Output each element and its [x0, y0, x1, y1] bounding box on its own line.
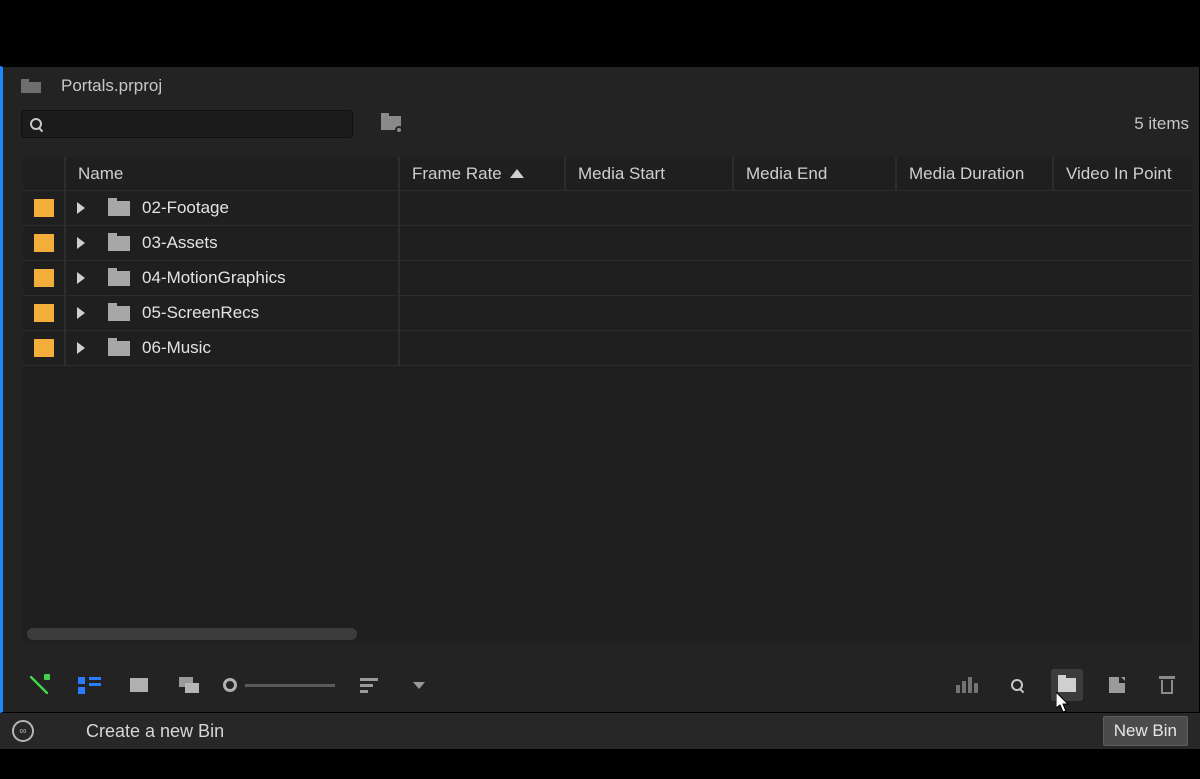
- bin-rows: 02-Footage 03-Assets: [23, 191, 1193, 366]
- icon-view-button[interactable]: [123, 669, 155, 701]
- slider-track: [245, 684, 335, 687]
- creative-cloud-icon[interactable]: ∞: [12, 720, 34, 742]
- column-headers: Name Frame Rate Media Start Media End Me…: [23, 157, 1193, 191]
- bin-row[interactable]: 05-ScreenRecs: [23, 296, 1193, 331]
- project-list: Name Frame Rate Media Start Media End Me…: [23, 157, 1193, 644]
- column-video-in-point[interactable]: Video In Point: [1054, 157, 1193, 190]
- bin-icon: [108, 236, 130, 251]
- bin-icon: [108, 201, 130, 216]
- project-name: Portals.prproj: [61, 76, 162, 96]
- bin-row[interactable]: 04-MotionGraphics: [23, 261, 1193, 296]
- horizontal-scrollbar[interactable]: [27, 628, 1189, 640]
- scrollbar-thumb[interactable]: [27, 628, 357, 640]
- column-media-end[interactable]: Media End: [734, 157, 897, 190]
- column-frame-rate[interactable]: Frame Rate: [400, 157, 566, 190]
- sort-button[interactable]: [353, 669, 385, 701]
- app-root: Portals.prproj 5 items Name Frame R: [0, 0, 1200, 779]
- chevron-right-icon: [77, 307, 85, 319]
- project-toolbar: 5 items: [3, 105, 1199, 143]
- bin-row[interactable]: 02-Footage: [23, 191, 1193, 226]
- filter-box[interactable]: [21, 110, 353, 138]
- project-header: Portals.prproj: [3, 67, 1199, 105]
- bin-name: 02-Footage: [142, 198, 229, 218]
- automate-to-sequence-button[interactable]: [951, 669, 983, 701]
- bin-row[interactable]: 06-Music: [23, 331, 1193, 366]
- column-media-start[interactable]: Media Start: [566, 157, 734, 190]
- tip-text: Create a new Bin: [86, 721, 224, 742]
- bin-icon: [108, 341, 130, 356]
- expand-toggle[interactable]: [66, 307, 96, 319]
- thumbnail-zoom-slider[interactable]: [223, 678, 335, 692]
- project-footer: [3, 658, 1199, 712]
- pencil-icon: [30, 676, 48, 694]
- sort-menu-button[interactable]: [403, 669, 435, 701]
- new-item-button[interactable]: [1101, 669, 1133, 701]
- label-chip[interactable]: [34, 269, 54, 287]
- bin-name: 03-Assets: [142, 233, 218, 253]
- writable-toggle[interactable]: [23, 669, 55, 701]
- column-name[interactable]: Name: [66, 157, 400, 190]
- expand-toggle[interactable]: [66, 237, 96, 249]
- new-search-bin-button[interactable]: [377, 113, 405, 135]
- label-chip[interactable]: [34, 199, 54, 217]
- bin-name: 05-ScreenRecs: [142, 303, 259, 323]
- bin-icon: [108, 306, 130, 321]
- toolbar-left: [21, 110, 405, 138]
- tooltip: New Bin: [1103, 716, 1188, 746]
- new-item-icon: [1109, 677, 1125, 693]
- find-button[interactable]: [1001, 669, 1033, 701]
- column-tag[interactable]: [23, 157, 66, 190]
- bars-icon: [956, 677, 978, 693]
- filter-input[interactable]: [49, 116, 344, 133]
- search-icon: [30, 118, 43, 131]
- label-chip[interactable]: [34, 339, 54, 357]
- chevron-right-icon: [77, 342, 85, 354]
- slider-knob-icon: [223, 678, 237, 692]
- new-bin-icon: [1058, 678, 1076, 692]
- label-chip[interactable]: [34, 304, 54, 322]
- delete-button[interactable]: [1151, 669, 1183, 701]
- trash-icon: [1159, 676, 1175, 694]
- freeform-view-icon: [179, 677, 199, 693]
- bin-row[interactable]: 03-Assets: [23, 226, 1193, 261]
- list-view-button[interactable]: [73, 669, 105, 701]
- icon-view-icon: [130, 678, 148, 692]
- tip-bar: ∞ Create a new Bin New Bin: [0, 713, 1200, 749]
- chevron-right-icon: [77, 272, 85, 284]
- expand-toggle[interactable]: [66, 202, 96, 214]
- chevron-right-icon: [77, 237, 85, 249]
- magnifier-overlay-icon: [395, 126, 403, 134]
- column-media-duration[interactable]: Media Duration: [897, 157, 1054, 190]
- label-chip[interactable]: [34, 234, 54, 252]
- chevron-down-icon: [413, 682, 425, 689]
- bin-name: 06-Music: [142, 338, 211, 358]
- items-count: 5 items: [1134, 114, 1189, 134]
- search-icon: [1011, 679, 1024, 692]
- list-view-icon: [78, 677, 101, 694]
- expand-toggle[interactable]: [66, 272, 96, 284]
- sort-ascending-icon: [510, 169, 524, 178]
- bin-name: 04-MotionGraphics: [142, 268, 286, 288]
- bin-icon: [108, 271, 130, 286]
- sort-icon: [360, 678, 378, 693]
- project-panel: Portals.prproj 5 items Name Frame R: [0, 66, 1200, 713]
- chevron-right-icon: [77, 202, 85, 214]
- mouse-cursor: [1056, 692, 1072, 714]
- freeform-view-button[interactable]: [173, 669, 205, 701]
- project-icon: [21, 79, 41, 93]
- expand-toggle[interactable]: [66, 342, 96, 354]
